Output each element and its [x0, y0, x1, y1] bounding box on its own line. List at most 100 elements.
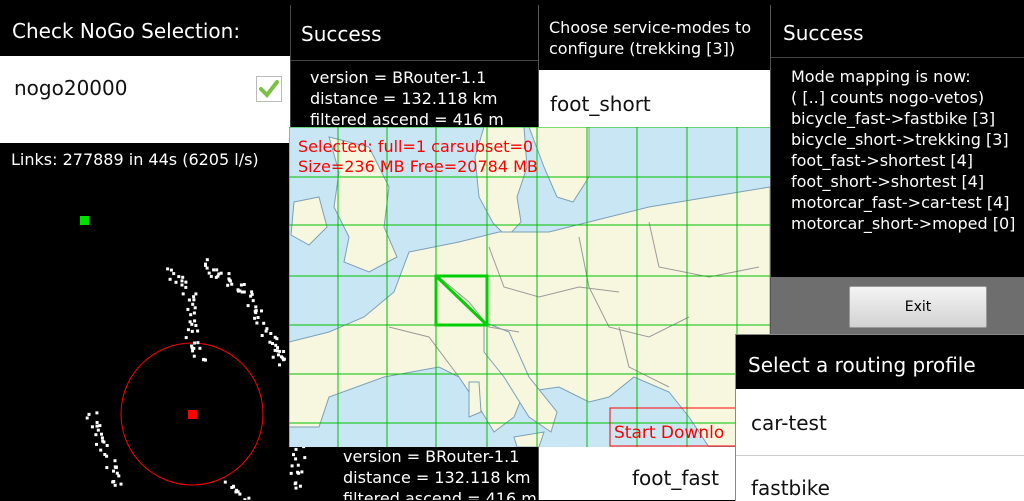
route-dot: [232, 485, 236, 489]
route-dot: [169, 268, 173, 272]
route-dot: [180, 279, 184, 283]
route-dot: [112, 469, 115, 473]
route-dot: [253, 316, 257, 320]
route-dot: [282, 350, 286, 353]
route-dot: [96, 428, 100, 432]
route-dot: [193, 306, 197, 310]
route-dot: [193, 319, 197, 323]
route-dot: [204, 263, 207, 267]
route-dot: [223, 480, 227, 484]
route-dot: [184, 280, 188, 284]
route-dot: [292, 453, 295, 457]
map-view[interactable]: Selected: full=1 carsubset=0 Size=236 MB…: [289, 127, 770, 447]
route-dot: [277, 353, 280, 357]
nogo-dialog-title: Check NoGo Selection:: [12, 19, 241, 43]
mapping-line-7: motorcar_fast->car-test [4]: [791, 193, 1010, 212]
route-dot: [113, 483, 117, 487]
route-dot: [294, 486, 298, 490]
checkmark-icon: [259, 80, 279, 99]
route-dot: [190, 322, 194, 326]
route-dot: [181, 275, 185, 279]
route-dot: [111, 480, 115, 484]
route-dot: [271, 355, 275, 359]
route-dot: [103, 453, 107, 456]
links-view: Links: 277889 in 44s (6205 l/s): [0, 143, 325, 500]
route-dot: [271, 342, 274, 345]
mapping-line-5: foot_fast->shortest [4]: [791, 151, 974, 170]
route-dot: [294, 447, 298, 451]
profile-item-fastbike[interactable]: fastbike: [751, 476, 830, 500]
route-dot: [260, 334, 264, 337]
profile-item-car-test[interactable]: car-test: [751, 411, 827, 435]
success-bottom-line-1: version = BRouter-1.1: [343, 447, 520, 466]
route-dot: [255, 321, 259, 325]
nogo-item-label: nogo20000: [14, 76, 128, 100]
success-top-divider: [291, 60, 539, 61]
route-dot: [105, 444, 109, 447]
route-dot: [268, 340, 272, 344]
mode-mapping-button-bar: Exit: [771, 277, 1024, 340]
route-dot: [228, 278, 232, 282]
route-dot: [100, 436, 104, 440]
route-dot: [174, 280, 178, 284]
success-top-line-1: version = BRouter-1.1: [310, 68, 487, 87]
route-dot: [184, 336, 188, 340]
mapping-line-1: Mode mapping is now:: [791, 67, 971, 86]
route-dot: [177, 275, 181, 279]
route-dot: [238, 492, 242, 496]
nogo-dialog: Check NoGo Selection: nogo20000: [0, 0, 290, 143]
nogo-canvas[interactable]: [0, 143, 325, 500]
map-canvas[interactable]: Selected: full=1 carsubset=0 Size=236 MB…: [289, 127, 770, 447]
route-dot: [186, 328, 190, 332]
route-dot: [194, 324, 198, 327]
route-dot: [212, 268, 216, 272]
selected-info-text: Selected: full=1 carsubset=0: [298, 137, 533, 156]
route-dot: [202, 357, 206, 361]
route-dot: [190, 329, 194, 333]
mode-item-foot-fast: foot_fast: [632, 466, 719, 490]
route-dot: [242, 290, 246, 294]
route-dot: [242, 283, 246, 286]
route-dot: [294, 457, 298, 461]
routing-profile-header: Select a routing profile: [736, 335, 1024, 389]
mode-item-foot-short[interactable]: foot_short: [550, 92, 651, 116]
nogo-list-item[interactable]: nogo20000: [0, 56, 290, 120]
route-dot: [196, 341, 200, 345]
route-dot: [187, 298, 191, 302]
route-dot: [192, 354, 196, 358]
mapping-line-2: ( [..] counts nogo-vetos): [791, 88, 985, 107]
route-dot: [95, 424, 99, 428]
route-dot: [289, 471, 293, 475]
start-download-button[interactable]: Start Downlo: [614, 423, 724, 443]
mode-mapping-divider: [771, 57, 1024, 58]
route-dot: [290, 464, 294, 468]
success-top-line-3: filtered ascend = 416 m: [310, 110, 504, 127]
profile-divider: [736, 455, 1024, 456]
route-dot: [117, 474, 121, 478]
route-dot: [119, 482, 123, 486]
route-dot: [168, 277, 172, 281]
route-dot: [278, 363, 281, 367]
route-dot: [294, 481, 298, 485]
route-dot: [214, 275, 218, 279]
route-dot: [94, 433, 98, 437]
route-dot: [115, 471, 119, 475]
route-dot: [194, 292, 198, 296]
size-info-text: Size=236 MB Free=20784 MB: [298, 157, 538, 176]
route-dot: [198, 346, 202, 350]
route-dot: [254, 305, 258, 309]
route-dot: [251, 299, 255, 303]
route-dot: [275, 337, 279, 341]
route-dot: [193, 341, 196, 345]
route-dot: [87, 412, 91, 416]
route-dot: [256, 316, 260, 319]
exit-button[interactable]: Exit: [849, 286, 987, 328]
route-dot: [226, 283, 230, 287]
mode-mapping-dialog: Success Mode mapping is now: ( [..] coun…: [770, 5, 1024, 340]
route-dot: [297, 471, 301, 475]
mapping-line-3: bicycle_fast->fastbike [3]: [791, 109, 996, 128]
routing-profile-dialog: Select a routing profile car-test fastbi…: [735, 334, 1024, 501]
nogo-checkbox[interactable]: [256, 76, 282, 102]
route-dot: [303, 456, 307, 460]
route-dot: [90, 425, 94, 429]
